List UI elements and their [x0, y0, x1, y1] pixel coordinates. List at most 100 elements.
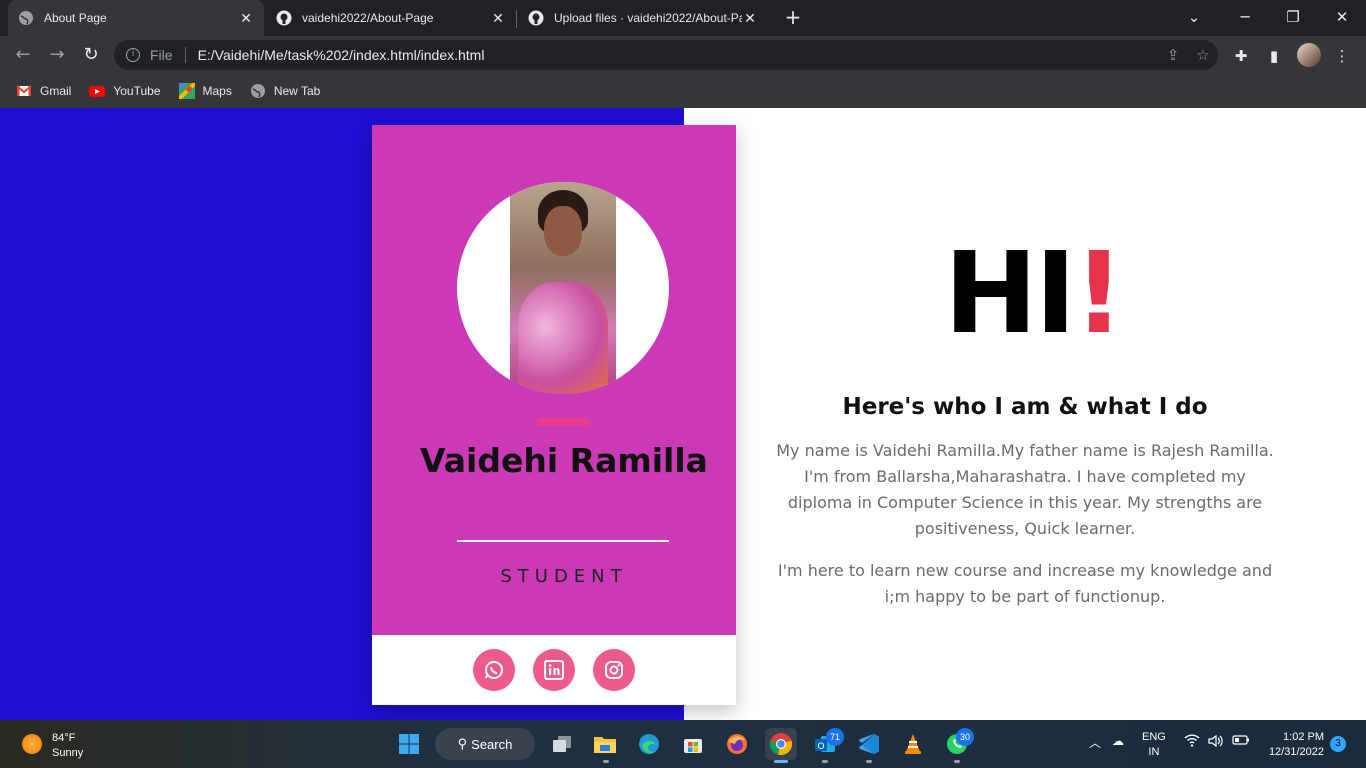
whatsapp-badge: 30: [956, 728, 974, 746]
maps-icon: [177, 81, 196, 101]
bookmark-maps[interactable]: Maps: [177, 81, 232, 101]
start-windows-icon[interactable]: [393, 728, 425, 760]
forward-icon[interactable]: →: [45, 43, 69, 67]
side-panel-icon[interactable]: ▮: [1263, 45, 1285, 67]
bookmark-new-tab[interactable]: New Tab: [250, 83, 320, 99]
about-heading: Here's who I am & what I do: [842, 394, 1208, 420]
profile-photo: [510, 182, 616, 394]
bookmark-label: YouTube: [113, 84, 161, 98]
close-icon[interactable]: ✕: [238, 10, 254, 27]
system-clock[interactable]: 1:02 PM 12/31/2022: [1262, 730, 1324, 760]
photo-face: [544, 206, 582, 256]
clock-date: 12/31/2022: [1268, 746, 1324, 758]
vscode-icon[interactable]: [853, 728, 885, 760]
microsoft-store-icon[interactable]: [677, 728, 709, 760]
globe-icon: [18, 10, 34, 26]
address-url[interactable]: E:/Vaidehi/Me/task%202/index.html/index.…: [198, 47, 1158, 63]
back-icon[interactable]: ←: [11, 43, 35, 67]
profile-avatar[interactable]: [1297, 43, 1321, 67]
globe-icon: [250, 83, 266, 99]
address-divider: [184, 47, 186, 63]
bookmark-youtube[interactable]: YouTube: [89, 83, 161, 99]
vlc-icon[interactable]: [897, 728, 929, 760]
language-region: IN: [1148, 746, 1160, 758]
profile-card: Vaidehi Ramilla STUDENT: [372, 125, 736, 705]
clock-time: 1:02 PM: [1283, 731, 1324, 743]
task-view-icon[interactable]: [546, 728, 578, 760]
running-indicator: [822, 760, 828, 763]
tab-title: About Page: [44, 11, 107, 25]
page-viewport: Vaidehi Ramilla STUDENT HI! Here's who I…: [0, 108, 1366, 720]
tab-upload-files[interactable]: Upload files · vaidehi2022/About-Pa ✕: [518, 0, 768, 36]
svg-text:O: O: [817, 742, 824, 752]
tab-strip: About Page ✕ vaidehi2022/About-Page ✕ Up…: [0, 0, 1366, 36]
profile-role: STUDENT: [500, 566, 628, 587]
share-icon[interactable]: ⇪: [1158, 46, 1188, 64]
language-code: ENG: [1142, 731, 1166, 743]
firefox-icon[interactable]: [721, 728, 753, 760]
hero-exclamation: !: [1073, 229, 1124, 359]
weather-widget[interactable]: 84°F Sunny: [52, 731, 83, 761]
bookmark-label: New Tab: [273, 84, 321, 98]
volume-icon[interactable]: [1208, 734, 1224, 751]
accent-bar: [536, 418, 590, 426]
tab-search-icon[interactable]: ⌄: [1170, 0, 1218, 34]
info-icon[interactable]: i: [126, 48, 140, 62]
new-tab-button[interactable]: +: [780, 6, 806, 30]
extensions-icon[interactable]: ✚: [1230, 45, 1252, 67]
running-indicator: [603, 760, 609, 763]
youtube-icon: [89, 83, 106, 99]
outlook-badge: 71: [826, 728, 844, 746]
onedrive-cloud-icon[interactable]: ☁: [1112, 734, 1124, 748]
weather-condition: Sunny: [52, 747, 84, 759]
gmail-icon: [16, 83, 32, 99]
file-explorer-icon[interactable]: [589, 728, 621, 760]
about-paragraph-2: I'm here to learn new course and increas…: [777, 561, 1273, 606]
battery-icon[interactable]: [1232, 734, 1250, 749]
tab-title: vaidehi2022/About-Page: [302, 11, 434, 25]
avatar: [457, 182, 669, 394]
weather-sun-icon[interactable]: [22, 734, 42, 754]
close-icon[interactable]: ✕: [490, 10, 506, 27]
chrome-icon[interactable]: [765, 728, 797, 760]
tab-github-repo[interactable]: vaidehi2022/About-Page ✕: [266, 0, 516, 36]
active-indicator: [774, 760, 788, 763]
profile-card-header: Vaidehi Ramilla STUDENT: [372, 125, 736, 635]
edge-icon[interactable]: [633, 728, 665, 760]
search-icon: ⚲: [457, 736, 468, 751]
hero-hi: HI: [944, 229, 1076, 359]
instagram-icon[interactable]: [593, 649, 635, 691]
bookmark-label: Maps: [202, 84, 232, 98]
language-indicator[interactable]: ENG IN: [1142, 730, 1166, 760]
restore-icon[interactable]: ❐: [1269, 0, 1317, 34]
minimize-icon[interactable]: ─: [1221, 0, 1269, 34]
tab-divider: [516, 10, 517, 28]
linkedin-icon[interactable]: [533, 649, 575, 691]
chevron-up-icon[interactable]: ︿: [1089, 734, 1101, 751]
profile-name: Vaidehi Ramilla: [420, 441, 708, 480]
reload-icon[interactable]: ↻: [79, 43, 103, 67]
weather-temp: 84°F: [52, 732, 76, 744]
running-indicator: [866, 760, 872, 763]
photo-dress: [518, 282, 608, 394]
close-icon[interactable]: ✕: [742, 10, 758, 27]
address-scheme: File: [150, 47, 173, 63]
close-window-icon[interactable]: ✕: [1318, 0, 1366, 34]
taskbar-search-button[interactable]: ⚲ Search: [435, 728, 535, 760]
whatsapp-icon[interactable]: [473, 649, 515, 691]
bookmarks-bar: Gmail YouTube Maps New Tab: [0, 74, 1366, 108]
tab-title: Upload files · vaidehi2022/About-Pa: [554, 11, 742, 25]
notification-badge[interactable]: 3: [1330, 736, 1346, 752]
github-icon: [528, 10, 544, 26]
menu-icon[interactable]: ⋮: [1331, 45, 1353, 67]
bookmark-gmail[interactable]: Gmail: [16, 83, 71, 99]
about-paragraph-1: My name is Vaidehi Ramilla.My father nam…: [776, 441, 1274, 538]
address-bar[interactable]: i File E:/Vaidehi/Me/task%202/index.html…: [114, 40, 1218, 70]
browser-toolbar: ← → ↻ i File E:/Vaidehi/Me/task%202/inde…: [0, 36, 1366, 74]
bookmark-star-icon[interactable]: ☆: [1188, 46, 1218, 64]
search-label: Search: [471, 736, 513, 752]
tab-about-page[interactable]: About Page ✕: [8, 0, 264, 36]
social-links: [372, 635, 736, 705]
bookmark-label: Gmail: [40, 84, 72, 98]
wifi-icon[interactable]: [1184, 734, 1200, 750]
